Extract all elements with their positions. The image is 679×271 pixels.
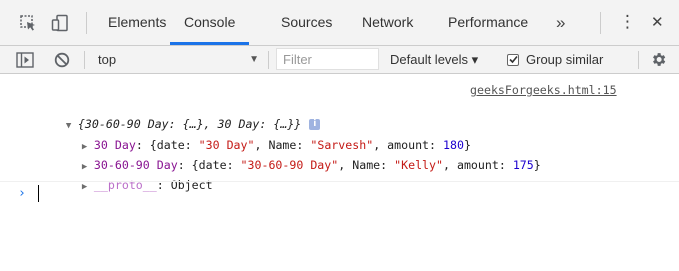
device-toolbar-icon[interactable]	[50, 13, 70, 33]
console-prompt-icon: ›	[18, 186, 26, 201]
chevron-down-icon: ▼	[249, 54, 259, 65]
prompt-divider	[0, 181, 679, 182]
context-selector-label: top	[98, 52, 117, 67]
customize-menu-button[interactable]: ⋮	[619, 0, 636, 45]
field-name: Name	[352, 158, 381, 172]
tab-network[interactable]: Network	[362, 0, 413, 45]
tab-console[interactable]: Console	[170, 0, 250, 45]
context-selector[interactable]: top ▼	[92, 46, 263, 73]
console-input-caret[interactable]	[38, 185, 39, 202]
clear-console-icon[interactable]	[52, 50, 72, 70]
inspect-element-icon[interactable]	[18, 13, 38, 33]
group-similar-checkbox[interactable]	[507, 53, 519, 66]
object-property-row[interactable]: ▶ 30-60-90 Day: {date: "30-60-90 Day", Na…	[54, 141, 541, 172]
field-value: 175	[512, 158, 534, 172]
show-sidebar-icon[interactable]	[15, 50, 35, 70]
tab-separator	[600, 12, 601, 34]
object-summary-row[interactable]: ▼ {30-60-90 Day: {…}, 30 Day: {…}} i	[38, 100, 321, 131]
field-value: "30-60-90 Day"	[240, 158, 339, 172]
tab-elements[interactable]: Elements	[108, 0, 166, 45]
devtools-tab-bar: Elements Console Sources Network Perform…	[0, 0, 679, 46]
proto-row[interactable]: ▶ __proto__: Object	[54, 161, 213, 192]
group-similar-toggle[interactable]: Group similar	[507, 46, 603, 73]
toolbar-separator	[84, 51, 85, 69]
toolbar-separator	[638, 51, 639, 69]
console-settings-gear-icon[interactable]	[648, 49, 668, 69]
tab-sources[interactable]: Sources	[281, 0, 332, 45]
source-link[interactable]: geeksForgeeks.html:15	[470, 83, 617, 97]
close-devtools-button[interactable]: ✕	[651, 0, 664, 45]
object-property-row[interactable]: ▶ 30 Day: {date: "30 Day", Name: "Sarvesh…	[54, 121, 471, 152]
log-levels-dropdown[interactable]: Default levels ▾	[390, 46, 478, 73]
filter-input[interactable]	[276, 48, 379, 70]
field-name: amount	[456, 158, 499, 172]
tab-separator	[86, 12, 87, 34]
tab-performance[interactable]: Performance	[448, 0, 528, 45]
group-similar-label: Group similar	[526, 52, 604, 67]
field-value: "Kelly"	[394, 158, 443, 172]
more-tabs-button[interactable]: »	[556, 0, 565, 45]
toolbar-separator	[268, 51, 269, 69]
